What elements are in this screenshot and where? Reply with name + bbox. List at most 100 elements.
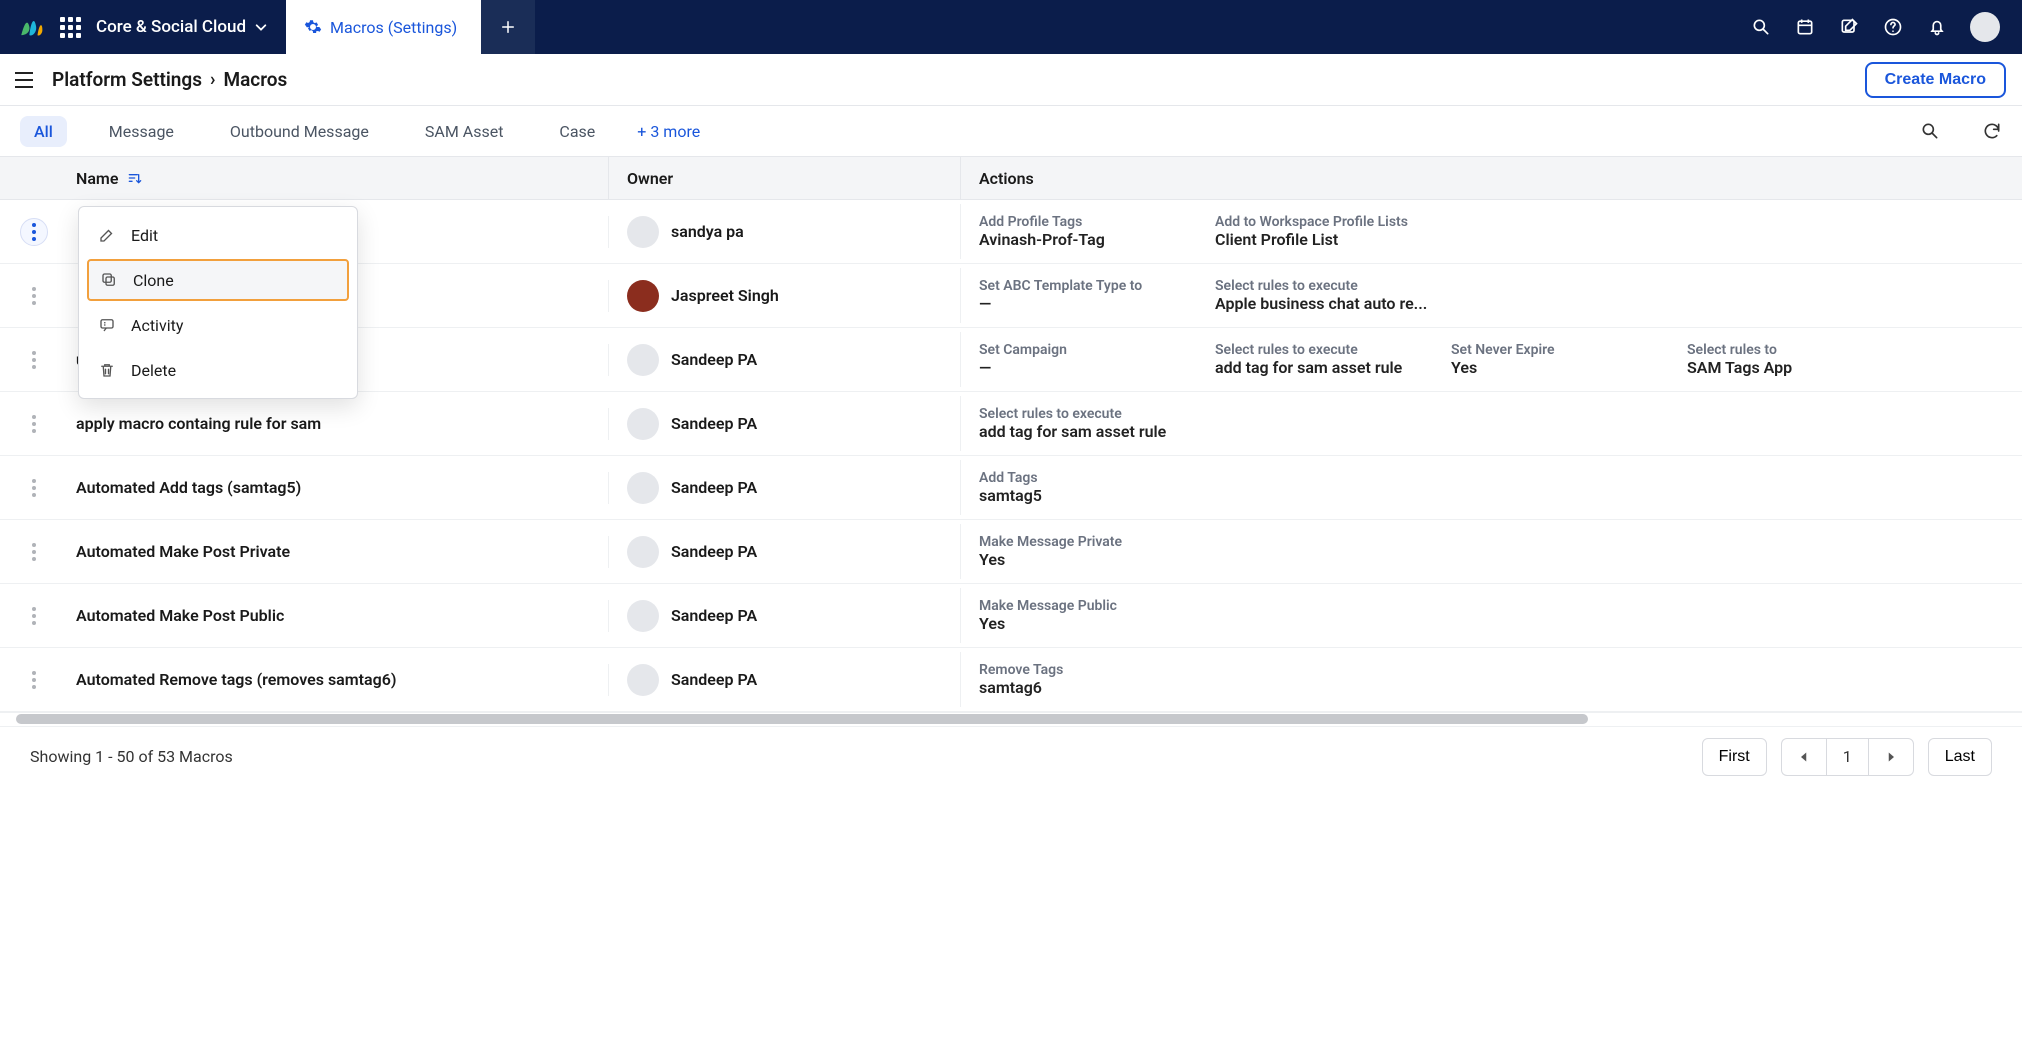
table-row[interactable]: Automated Make Post PublicSandeep PAMake… bbox=[0, 584, 2022, 648]
owner-avatar bbox=[627, 216, 659, 248]
owner-avatar bbox=[627, 600, 659, 632]
breadcrumb: Platform Settings › Macros bbox=[52, 68, 287, 91]
row-actions-handle[interactable] bbox=[0, 543, 68, 561]
row-actions-handle[interactable] bbox=[0, 287, 68, 305]
filter-bar: All Message Outbound Message SAM Asset C… bbox=[0, 106, 2022, 156]
create-macro-button[interactable]: Create Macro bbox=[1865, 62, 2006, 98]
kebab-icon bbox=[32, 223, 36, 241]
action-block: Set ABC Template Type to— bbox=[979, 278, 1179, 313]
action-block: Select rules toSAM Tags App bbox=[1687, 342, 1887, 377]
kebab-icon bbox=[32, 287, 36, 305]
top-navbar: Core & Social Cloud Macros (Settings) bbox=[0, 0, 2022, 54]
action-label: Remove Tags bbox=[979, 662, 1179, 678]
top-right-icons bbox=[1728, 0, 2022, 54]
filter-sam-asset[interactable]: SAM Asset bbox=[411, 116, 518, 147]
owner-avatar bbox=[627, 472, 659, 504]
row-actions-handle[interactable] bbox=[0, 351, 68, 369]
kebab-icon bbox=[32, 351, 36, 369]
filter-case[interactable]: Case bbox=[545, 116, 609, 147]
new-tab-button[interactable] bbox=[481, 0, 535, 54]
row-actions-handle[interactable] bbox=[0, 218, 68, 246]
calendar-icon[interactable] bbox=[1794, 16, 1816, 38]
macro-name[interactable]: Automated Add tags (samtag5) bbox=[68, 478, 608, 497]
col-header-owner[interactable]: Owner bbox=[608, 157, 960, 199]
action-label: Select rules to execute bbox=[1215, 342, 1415, 358]
pager-first[interactable]: First bbox=[1702, 738, 1767, 776]
pager-next[interactable] bbox=[1868, 738, 1914, 776]
action-block: Select rules to executeadd tag for sam a… bbox=[1215, 342, 1415, 377]
top-left-cluster: Core & Social Cloud bbox=[0, 0, 286, 54]
macro-actions-cell: Add Tagssamtag5 bbox=[960, 460, 2022, 515]
table-row[interactable]: apply macro containg rule for samSandeep… bbox=[0, 392, 2022, 456]
col-header-owner-label: Owner bbox=[627, 169, 673, 188]
action-block: Add to Workspace Profile ListsClient Pro… bbox=[1215, 214, 1415, 249]
macro-actions-cell: Select rules to executeadd tag for sam a… bbox=[960, 396, 2022, 451]
macro-actions-cell: Add Profile TagsAvinash-Prof-TagAdd to W… bbox=[960, 204, 2022, 259]
search-icon[interactable] bbox=[1750, 16, 1772, 38]
col-header-name[interactable]: Name bbox=[68, 169, 608, 188]
macro-name[interactable]: apply macro containg rule for sam bbox=[68, 414, 608, 433]
table-row[interactable]: Automated Make Post PrivateSandeep PAMak… bbox=[0, 520, 2022, 584]
table-row[interactable]: Automated Remove tags (removes samtag6) S… bbox=[0, 648, 2022, 712]
owner-avatar bbox=[627, 408, 659, 440]
macro-name[interactable]: Automated Remove tags (removes samtag6) bbox=[68, 670, 608, 689]
compose-icon[interactable] bbox=[1838, 16, 1860, 38]
horizontal-scrollbar[interactable] bbox=[0, 712, 2022, 726]
action-value: Yes bbox=[979, 614, 1179, 633]
scrollbar-thumb[interactable] bbox=[16, 714, 1588, 724]
filter-more[interactable]: + 3 more bbox=[637, 122, 700, 141]
owner-name: Sandeep PA bbox=[671, 670, 757, 689]
pager-prev[interactable] bbox=[1781, 738, 1826, 776]
menu-clone-label: Clone bbox=[133, 271, 174, 290]
filter-all[interactable]: All bbox=[20, 116, 67, 147]
menu-edit[interactable]: Edit bbox=[87, 214, 349, 256]
owner-avatar bbox=[627, 344, 659, 376]
filter-message[interactable]: Message bbox=[95, 116, 188, 147]
macro-owner: Sandeep PA bbox=[608, 664, 960, 696]
gear-icon bbox=[304, 18, 322, 36]
apps-grid-icon[interactable] bbox=[58, 15, 82, 39]
macro-actions-cell: Make Message PublicYes bbox=[960, 588, 2022, 643]
row-actions-handle[interactable] bbox=[0, 607, 68, 625]
plus-icon bbox=[499, 18, 517, 36]
breadcrumb-root[interactable]: Platform Settings bbox=[52, 68, 202, 91]
action-block: Set Never ExpireYes bbox=[1451, 342, 1651, 377]
menu-delete[interactable]: Delete bbox=[87, 349, 349, 391]
row-actions-handle[interactable] bbox=[0, 415, 68, 433]
pencil-icon bbox=[97, 225, 117, 245]
col-header-actions-label: Actions bbox=[979, 169, 1034, 188]
triangle-right-icon bbox=[1885, 751, 1897, 763]
help-icon[interactable] bbox=[1882, 16, 1904, 38]
col-header-name-label: Name bbox=[76, 169, 118, 188]
action-value: samtag6 bbox=[979, 678, 1179, 697]
action-value: — bbox=[979, 358, 1179, 377]
kebab-icon bbox=[32, 415, 36, 433]
workspace-name: Core & Social Cloud bbox=[96, 17, 246, 37]
action-value: — bbox=[979, 294, 1179, 313]
menu-toggle-icon[interactable] bbox=[10, 66, 38, 94]
action-block: Remove Tagssamtag6 bbox=[979, 662, 1179, 697]
tab-macros-settings[interactable]: Macros (Settings) bbox=[286, 0, 481, 54]
chevron-right-icon: › bbox=[210, 69, 215, 90]
action-value: add tag for sam asset rule bbox=[1215, 358, 1415, 377]
pager-last[interactable]: Last bbox=[1928, 738, 1992, 776]
action-label: Set Never Expire bbox=[1451, 342, 1651, 358]
action-block: Set Campaign— bbox=[979, 342, 1179, 377]
refresh-icon[interactable] bbox=[1982, 121, 2002, 141]
table-row[interactable]: Automated Add tags (samtag5)Sandeep PAAd… bbox=[0, 456, 2022, 520]
macro-name[interactable]: Automated Make Post Public bbox=[68, 606, 608, 625]
table-search-icon[interactable] bbox=[1920, 121, 1940, 141]
workspace-switcher[interactable]: Core & Social Cloud bbox=[96, 17, 268, 37]
filter-outbound-message[interactable]: Outbound Message bbox=[216, 116, 383, 147]
sort-icon bbox=[126, 170, 142, 186]
bell-icon[interactable] bbox=[1926, 16, 1948, 38]
action-label: Select rules to execute bbox=[979, 406, 1179, 422]
row-actions-handle[interactable] bbox=[0, 479, 68, 497]
user-avatar[interactable] bbox=[1970, 12, 2000, 42]
row-actions-handle[interactable] bbox=[0, 671, 68, 689]
menu-clone[interactable]: Clone bbox=[87, 259, 349, 301]
active-tab-title: Macros (Settings) bbox=[330, 18, 457, 37]
triangle-left-icon bbox=[1798, 751, 1810, 763]
macro-name[interactable]: Automated Make Post Private bbox=[68, 542, 608, 561]
menu-activity[interactable]: Activity bbox=[87, 304, 349, 346]
